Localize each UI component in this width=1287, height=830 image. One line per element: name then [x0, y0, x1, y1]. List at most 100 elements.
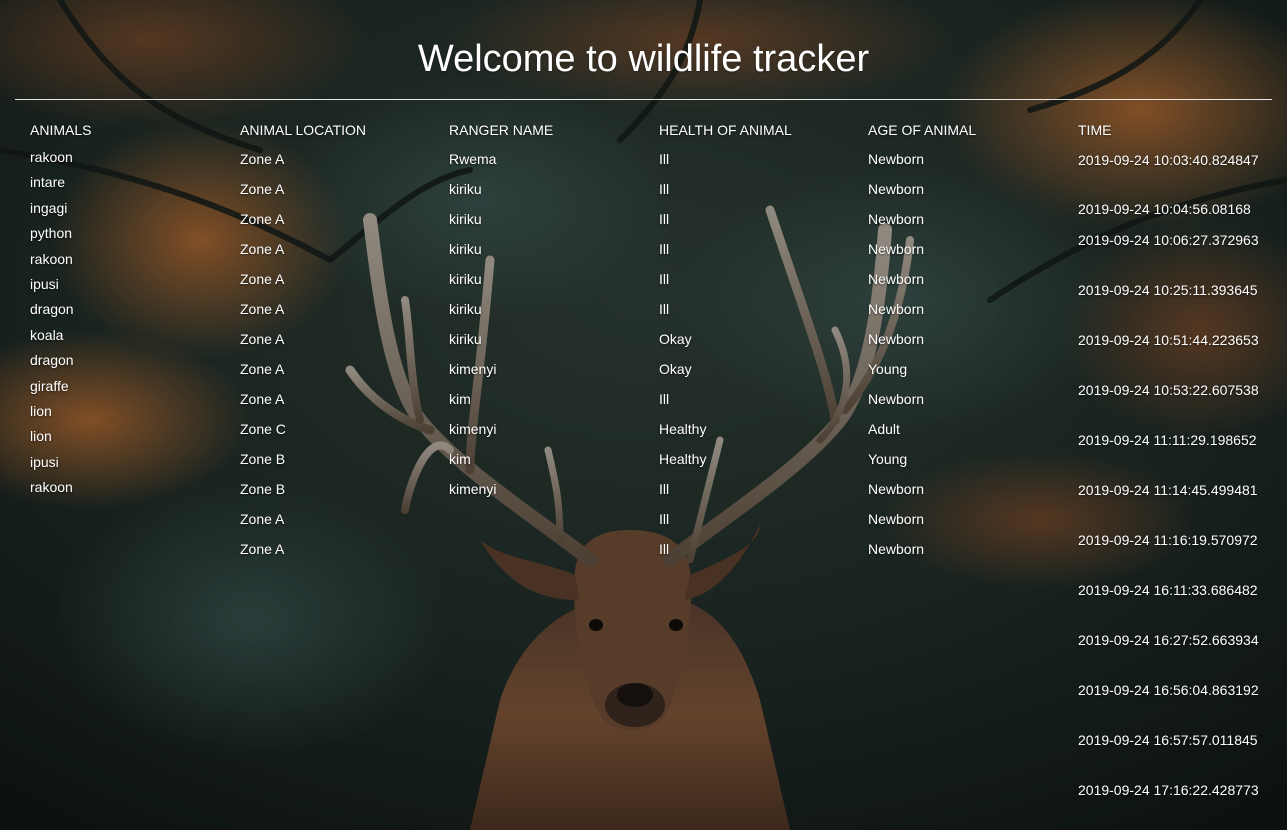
animal-name: ipusi	[30, 275, 59, 292]
animal-name: koala	[30, 326, 64, 343]
animal-location: Zone A	[240, 211, 285, 227]
sighting-time: 2019-09-24 10:04:56.08168	[1078, 201, 1251, 217]
time-list: 2019-09-24 10:03:40.824847 2019-09-24 10:…	[1078, 150, 1268, 830]
health-header: HEALTH OF ANIMAL	[659, 122, 792, 138]
time-header: TIME	[1078, 122, 1112, 138]
animals-list: rakoon intare ingagi python rakoon ipusi drago…	[30, 148, 91, 503]
ranger-name: kiriku	[449, 301, 482, 317]
animal-name: rakoon	[30, 149, 73, 165]
ranger-list: Rwema kiriku kiriku kiriku kiriku kiriku kirik…	[449, 150, 553, 570]
sighting-time: 2019-09-24 16:56:04.863192	[1078, 682, 1259, 698]
sighting-time: 2019-09-24 11:16:19.570972	[1078, 532, 1258, 548]
ranger-column: RANGER NAME Rwema kiriku kiriku kiriku kirik…	[449, 121, 553, 570]
animal-location: Zone A	[240, 361, 285, 377]
sighting-time: 2019-09-24 10:25:11.393645	[1078, 282, 1258, 298]
animal-location: Zone A	[240, 301, 285, 317]
animal-health: Ill	[659, 511, 670, 527]
animal-age: Newborn	[868, 301, 925, 317]
ranger-name: kimenyi	[449, 481, 497, 497]
animal-health: Okay	[659, 331, 692, 347]
animal-age: Newborn	[868, 151, 925, 167]
animal-health: Ill	[659, 481, 670, 497]
ranger-header: RANGER NAME	[449, 122, 554, 138]
animal-health: Ill	[659, 541, 670, 557]
animal-location: Zone A	[240, 181, 285, 197]
animal-age: Newborn	[868, 181, 925, 197]
animal-location: Zone A	[240, 391, 285, 407]
animal-age: Newborn	[868, 271, 925, 287]
sighting-time: 2019-09-24 16:27:52.663934	[1078, 632, 1259, 648]
sighting-time: 2019-09-24 10:06:27.372963	[1078, 232, 1259, 248]
animals-header: ANIMALS	[30, 122, 92, 138]
animal-name: rakoon	[30, 250, 73, 267]
animal-name: python	[30, 225, 73, 242]
age-column: AGE OF ANIMAL Newborn Newborn Newborn Newbo…	[868, 121, 976, 570]
animal-health: Ill	[659, 211, 670, 227]
ranger-name: kiriku	[449, 271, 482, 287]
animal-age: Newborn	[868, 331, 925, 347]
ranger-name: Rwema	[449, 151, 497, 167]
animal-health: Ill	[659, 271, 670, 287]
ranger-name: kim	[449, 451, 471, 467]
animal-health: Ill	[659, 391, 670, 407]
location-header: ANIMAL LOCATION	[240, 122, 367, 138]
animal-name: lion	[30, 402, 52, 419]
title-divider	[15, 99, 1272, 100]
animal-health: Ill	[659, 301, 670, 317]
animal-health: Okay	[659, 361, 692, 377]
location-list: Zone A Zone A Zone A Zone A Zone A Zone A Zone…	[240, 150, 366, 570]
ranger-name: kim	[449, 391, 471, 407]
animal-health: Healthy	[659, 451, 707, 467]
animal-name: rakoon	[30, 479, 73, 496]
wildlife-tracker-page: Welcome to wildlife tracker ANIMALS rako…	[0, 0, 1287, 830]
animal-age: Newborn	[868, 511, 925, 527]
animal-location: Zone B	[240, 481, 286, 497]
sighting-time: 2019-09-24 11:14:45.499481	[1078, 482, 1258, 498]
animal-name: dragon	[30, 352, 74, 369]
animal-name: ipusi	[30, 453, 59, 470]
animal-age: Young	[868, 451, 908, 467]
animal-location: Zone A	[240, 151, 285, 167]
ranger-name: kiriku	[449, 241, 482, 257]
animal-health: Ill	[659, 151, 670, 167]
animal-location: Zone B	[240, 451, 286, 467]
ranger-name	[449, 510, 553, 540]
sighting-time: 2019-09-24 16:11:33.686482	[1078, 582, 1258, 598]
animal-age: Adult	[868, 421, 900, 437]
animal-location: Zone C	[240, 421, 286, 437]
animal-age: Newborn	[868, 211, 925, 227]
animal-health: Healthy	[659, 421, 707, 437]
animal-name: giraffe	[30, 377, 69, 394]
animal-age: Newborn	[868, 391, 925, 407]
animal-age: Newborn	[868, 241, 925, 257]
location-column: ANIMAL LOCATION Zone A Zone A Zone A Zone A…	[240, 121, 366, 570]
sighting-time: 2019-09-24 17:16:22.428773	[1078, 782, 1259, 798]
animals-column: ANIMALS rakoon intare ingagi python rakoon ip…	[30, 121, 91, 503]
sighting-time: 2019-09-24 10:53:22.607538	[1078, 382, 1259, 398]
animal-name: dragon	[30, 301, 74, 318]
ranger-name: kimenyi	[449, 421, 497, 437]
health-list: Ill Ill Ill Ill Ill Ill Okay Okay Ill Healthy Heal…	[659, 150, 792, 570]
animal-location: Zone A	[240, 541, 285, 557]
animal-location: Zone A	[240, 271, 285, 287]
animal-health: Ill	[659, 241, 670, 257]
age-header: AGE OF ANIMAL	[868, 122, 977, 138]
ranger-name: kimenyi	[449, 361, 497, 377]
animal-name: lion	[30, 428, 52, 445]
ranger-name	[449, 540, 553, 570]
sighting-time: 2019-09-24 11:11:29.198652	[1078, 432, 1257, 448]
ranger-name: kiriku	[449, 211, 482, 227]
ranger-name: kiriku	[449, 331, 482, 347]
animal-age: Young	[868, 361, 908, 377]
animal-location: Zone A	[240, 511, 285, 527]
sighting-time: 2019-09-24 10:51:44.223653	[1078, 332, 1259, 348]
animal-location: Zone A	[240, 331, 285, 347]
animal-age: Newborn	[868, 541, 925, 557]
animal-age: Newborn	[868, 481, 925, 497]
animal-health: Ill	[659, 181, 670, 197]
animal-location: Zone A	[240, 241, 285, 257]
sighting-time: 2019-09-24 10:03:40.824847	[1078, 152, 1259, 168]
ranger-name: kiriku	[449, 181, 482, 197]
animal-name: intare	[30, 174, 66, 191]
sighting-time: 2019-09-24 16:57:57.011845	[1078, 732, 1258, 748]
